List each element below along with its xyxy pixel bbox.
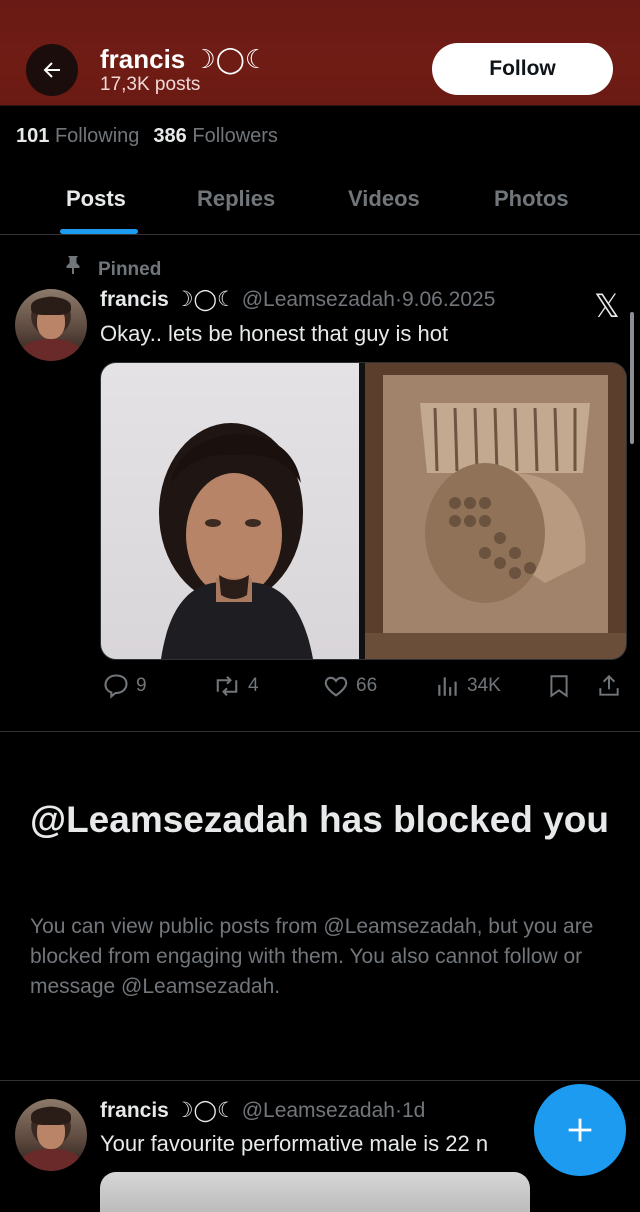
share-icon xyxy=(599,674,619,696)
repost-count: 4 xyxy=(248,675,259,696)
post-header: francis ☽◯☾ @Leamsezadah·9.06.2025 xyxy=(100,287,495,312)
divider xyxy=(0,1080,640,1081)
post-text: Your favourite performative male is 22 n xyxy=(100,1131,489,1156)
following-count: 101 xyxy=(16,125,50,147)
profile-header: francis ☽◯☾ 17,3K posts Follow xyxy=(0,0,640,106)
followers-count: 386 xyxy=(153,125,187,147)
post-header: francis ☽◯☾ @Leamsezadah·1d xyxy=(100,1098,425,1123)
reply-button[interactable]: 9 xyxy=(102,672,147,700)
x-logo-icon: 𝕏 xyxy=(594,288,620,324)
tab-videos[interactable]: Videos xyxy=(348,186,420,212)
active-tab-indicator xyxy=(60,229,138,234)
tab-replies[interactable]: Replies xyxy=(197,186,275,212)
views-icon xyxy=(438,677,457,696)
dot-separator: · xyxy=(394,288,402,311)
blocked-title: @Leamsezadah has blocked you xyxy=(30,799,609,840)
follow-stats: 101 Following 386 Followers xyxy=(16,125,278,148)
followers-label: Followers xyxy=(192,125,278,147)
repost-icon xyxy=(216,676,238,696)
pin-icon xyxy=(64,255,84,281)
bookmark-icon xyxy=(550,675,568,698)
like-button[interactable]: 66 xyxy=(322,672,377,700)
repost-button[interactable]: 4 xyxy=(212,672,259,700)
heart-icon xyxy=(324,676,348,697)
author-handle[interactable]: @Leamsezadah xyxy=(242,288,395,311)
pinned-label: Pinned xyxy=(98,259,162,280)
relief-photo[interactable] xyxy=(365,363,626,659)
arrow-left-icon xyxy=(43,62,60,78)
tab-posts[interactable]: Posts xyxy=(66,186,126,212)
profile-tabs: Posts Replies Videos Photos xyxy=(0,168,640,235)
follow-button[interactable]: Follow xyxy=(432,43,613,95)
bookmark-button[interactable] xyxy=(546,672,578,700)
post-date[interactable]: 9.06.2025 xyxy=(402,288,495,311)
post-actions: 9 4 66 34K xyxy=(0,668,640,704)
profile-name: francis ☽◯☾ xyxy=(100,44,269,74)
author-handle[interactable]: @Leamsezadah xyxy=(242,1099,395,1122)
following-label: Following xyxy=(54,125,140,147)
post-date[interactable]: 1d xyxy=(402,1099,425,1122)
scrollbar[interactable] xyxy=(630,312,634,444)
author-name[interactable]: francis ☽◯☾ xyxy=(100,1099,236,1122)
plus-icon xyxy=(568,1118,592,1142)
dot-separator: · xyxy=(394,1099,402,1122)
compose-button[interactable] xyxy=(534,1084,626,1176)
reply-icon xyxy=(104,674,128,699)
posts-count: 17,3K posts xyxy=(100,74,201,95)
tab-photos[interactable]: Photos xyxy=(494,186,569,212)
divider xyxy=(0,731,640,732)
post-media[interactable] xyxy=(100,1172,530,1212)
selfie-photo[interactable] xyxy=(101,363,359,659)
back-button[interactable] xyxy=(26,44,78,96)
views-count: 34K xyxy=(467,675,501,696)
post-media[interactable] xyxy=(100,362,627,660)
pinned-indicator: Pinned xyxy=(64,255,161,281)
avatar[interactable] xyxy=(15,289,87,361)
reply-count: 9 xyxy=(136,675,147,696)
following-link[interactable]: 101 Following xyxy=(16,125,139,147)
post-text: Okay.. lets be honest that guy is hot xyxy=(100,321,449,346)
views-button[interactable]: 34K xyxy=(435,672,501,700)
share-button[interactable] xyxy=(596,672,628,700)
avatar[interactable] xyxy=(15,1099,87,1171)
author-name[interactable]: francis ☽◯☾ xyxy=(100,288,236,311)
followers-link[interactable]: 386 Followers xyxy=(153,125,278,147)
blocked-message: You can view public posts from @Leamseza… xyxy=(30,915,594,998)
like-count: 66 xyxy=(356,675,378,696)
